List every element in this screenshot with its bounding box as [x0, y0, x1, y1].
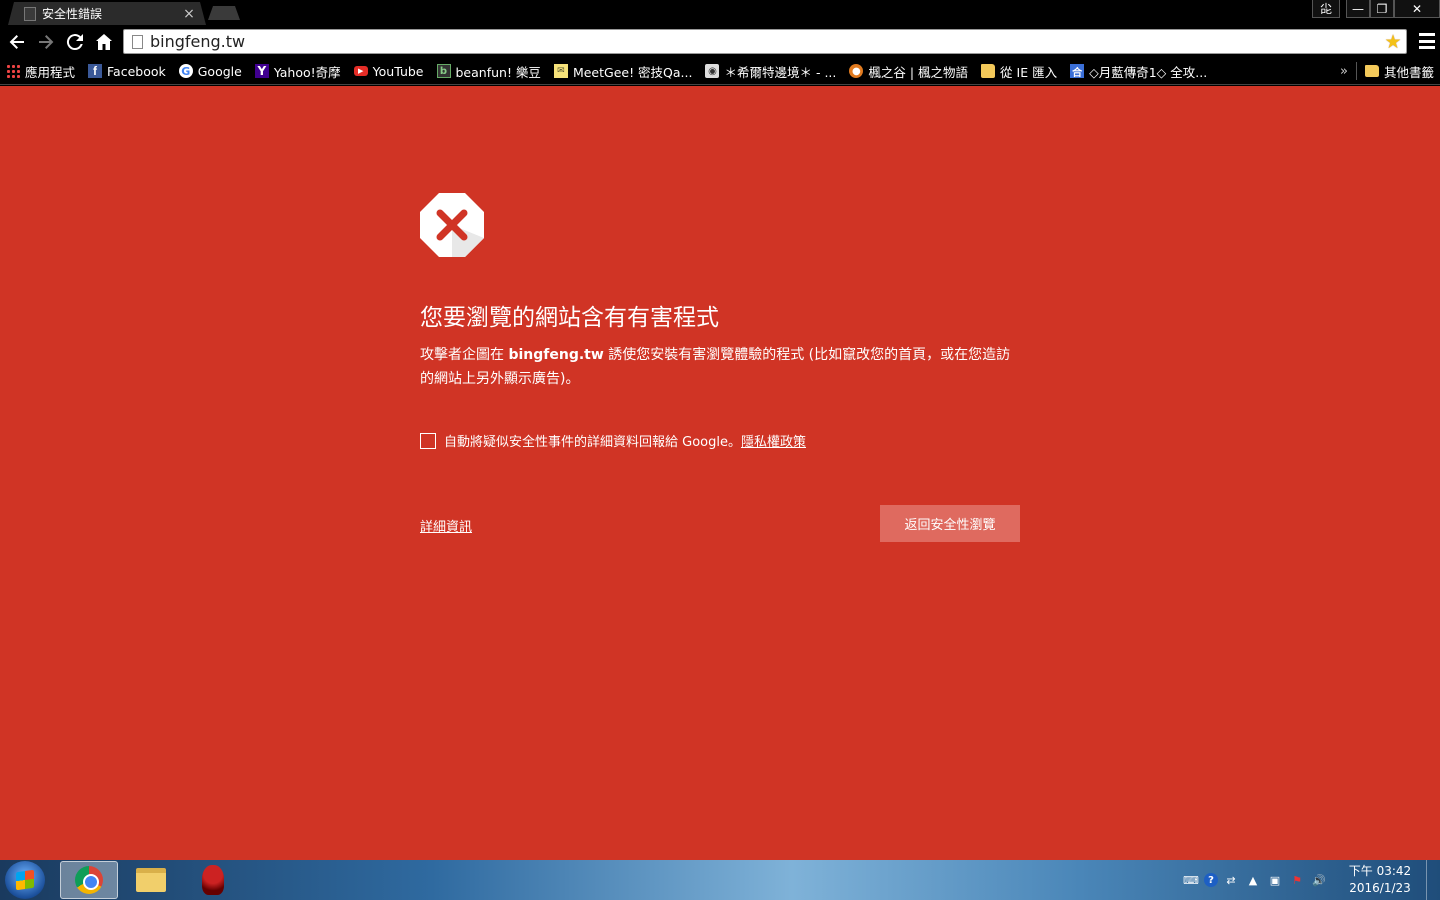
ime-icon[interactable]: 㕾 — [1312, 0, 1340, 18]
beanfun-icon: b — [436, 64, 451, 78]
url-input[interactable] — [150, 32, 1380, 51]
back-button[interactable] — [5, 30, 29, 54]
bookmark-facebook[interactable]: f Facebook — [88, 64, 166, 79]
yahoo-icon: Y — [254, 64, 269, 78]
page-icon — [24, 7, 36, 21]
minimize-button[interactable]: — — [1346, 0, 1370, 18]
taskbar: ⌨ ? ⇄ ▲ ▣ ⚑ 🔊 下午 03:42 2016/1/23 — [0, 860, 1440, 900]
bookmarks-separator — [1355, 62, 1357, 80]
tab-title: 安全性錯誤 — [42, 7, 103, 21]
system-clock[interactable]: 下午 03:42 2016/1/23 — [1340, 863, 1420, 897]
language-icon[interactable]: ⇄ — [1222, 873, 1240, 887]
home-button[interactable] — [92, 30, 116, 54]
bookmark-maplestory[interactable]: ● 楓之谷 | 楓之物語 — [849, 62, 968, 81]
forward-button[interactable] — [34, 30, 58, 54]
report-label: 自動將疑似安全性事件的詳細資料回報給 Google。 — [444, 435, 741, 450]
taskbar-app[interactable] — [184, 861, 242, 899]
page-icon — [132, 34, 143, 49]
explanation-paragraph: 攻擊者企圖在 bingfeng.tw 誘使您安裝有害瀏覽體驗的程式 (比如竄改您… — [420, 347, 1011, 387]
address-bar[interactable]: ★ — [123, 29, 1407, 54]
bookmark-meetgee[interactable]: ✉ MeetGee! 密技Qa... — [553, 62, 692, 81]
help-icon[interactable]: ? — [1204, 873, 1218, 887]
maximize-button[interactable]: ❐ — [1370, 0, 1394, 18]
folder-icon — [981, 64, 996, 78]
page-title: 您要瀏覽的網站含有有害程式 — [420, 305, 719, 331]
arrow-left-icon — [9, 35, 24, 49]
system-tray: ⌨ ? ⇄ ▲ ▣ ⚑ 🔊 下午 03:42 2016/1/23 — [1182, 860, 1440, 900]
safe-browsing-interstitial: 您要瀏覽的網站含有有害程式 攻擊者企圖在 bingfeng.tw 誘使您安裝有害… — [0, 86, 1440, 860]
taskbar-chrome[interactable] — [60, 861, 118, 899]
bookmark-apps[interactable]: 應用程式 — [6, 62, 75, 81]
window-controls: 㕾 — ❐ ✕ — [1312, 0, 1440, 18]
facebook-icon: f — [88, 64, 103, 78]
report-checkbox[interactable] — [420, 432, 436, 449]
home-icon — [96, 34, 112, 50]
keyboard-icon[interactable]: ⌨ — [1182, 873, 1200, 887]
other-bookmarks[interactable]: 其他書籤 — [1364, 62, 1434, 81]
bookmark-hilt[interactable]: ◉ ＊希爾特邊境＊ - ... — [705, 62, 836, 81]
bookmark-youtube[interactable]: ▶ YouTube — [353, 64, 424, 79]
toolbar: ★ — [0, 25, 1440, 58]
file-explorer-icon — [136, 868, 166, 892]
reload-icon — [66, 34, 83, 51]
taskbar-explorer[interactable] — [122, 861, 180, 899]
privacy-policy-link[interactable]: 隱私權政策 — [741, 431, 806, 450]
youtube-icon: ▶ — [353, 66, 368, 76]
bookmark-moon-legend[interactable]: 合 ◇月藍傳奇1◇ 全攻... — [1070, 62, 1207, 81]
chrome-icon — [75, 866, 103, 894]
error-octagon-icon — [420, 193, 484, 257]
new-tab-button[interactable] — [208, 6, 240, 20]
action-center-flag-icon[interactable]: ⚑ — [1288, 873, 1306, 887]
clock-date: 2016/1/23 — [1349, 881, 1411, 895]
bookmark-star-icon[interactable]: ★ — [1380, 31, 1406, 53]
ninja-app-icon — [202, 865, 224, 895]
show-desktop-button[interactable] — [1426, 860, 1440, 900]
bookmark-google[interactable]: G Google — [178, 64, 242, 79]
bookmark-folder-ie[interactable]: 從 IE 匯入 — [981, 62, 1057, 81]
blue-bookmark-icon: 合 — [1070, 64, 1085, 79]
show-hidden-icons-icon[interactable]: ▲ — [1244, 873, 1262, 887]
windows-logo-icon — [16, 869, 34, 891]
start-button[interactable] — [5, 861, 45, 899]
arrow-right-icon — [39, 35, 54, 49]
tab-active[interactable]: 安全性錯誤 × — [8, 2, 206, 25]
details-link[interactable]: 詳細資訊 — [420, 516, 472, 535]
tab-close-icon[interactable]: × — [182, 6, 196, 22]
owl-icon: ◉ — [705, 64, 720, 78]
bookmarks-overflow-button[interactable]: » — [1340, 64, 1348, 79]
volume-icon[interactable]: 🔊 — [1310, 873, 1328, 887]
back-to-safety-button[interactable]: 返回安全性瀏覽 — [880, 505, 1020, 542]
mail-icon: ✉ — [553, 64, 568, 78]
apps-icon — [6, 64, 20, 78]
bookmark-beanfun[interactable]: b beanfun! 樂豆 — [436, 62, 541, 81]
report-option: 自動將疑似安全性事件的詳細資料回報給 Google。 隱私權政策 — [420, 431, 1020, 450]
tab-strip: 安全性錯誤 × 㕾 — ❐ ✕ — [0, 0, 1440, 25]
folder-icon — [1364, 65, 1379, 77]
reload-button[interactable] — [63, 30, 87, 54]
malicious-domain: bingfeng.tw — [508, 347, 604, 363]
bookmark-yahoo[interactable]: Y Yahoo!奇摩 — [254, 62, 341, 81]
network-icon[interactable]: ▣ — [1266, 873, 1284, 887]
google-icon: G — [178, 64, 193, 78]
close-window-button[interactable]: ✕ — [1394, 0, 1440, 18]
chrome-menu-button[interactable] — [1419, 33, 1435, 49]
maplestory-icon: ● — [849, 64, 864, 78]
clock-time: 下午 03:42 — [1348, 864, 1412, 878]
bookmarks-bar: 應用程式 f Facebook G Google Y Yahoo!奇摩 ▶ Yo… — [0, 58, 1440, 85]
